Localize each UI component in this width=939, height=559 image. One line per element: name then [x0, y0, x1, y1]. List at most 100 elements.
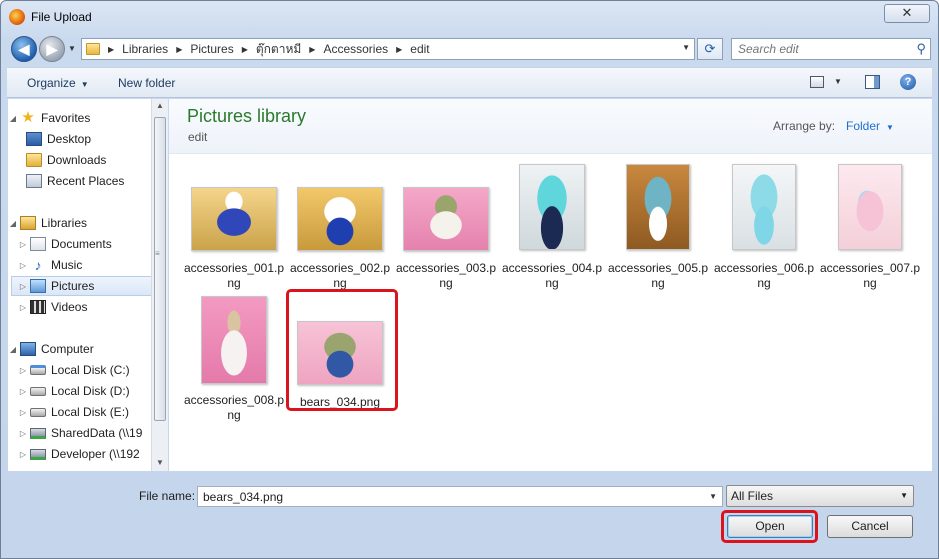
- file-name-combobox[interactable]: ▼: [197, 486, 723, 507]
- address-dropdown-icon[interactable]: ▼: [682, 43, 690, 52]
- address-bar[interactable]: ▶ Libraries ▶ Pictures ▶ ตุ๊กตาหมี ▶ Acc…: [81, 38, 695, 60]
- title-bar: File Upload ✕: [1, 1, 938, 33]
- breadcrumb-libraries[interactable]: Libraries: [122, 42, 168, 56]
- close-button[interactable]: ✕: [884, 4, 930, 23]
- sidebar-item-label: Favorites: [41, 111, 91, 125]
- file-tile-accessories-006[interactable]: accessories_006.png: [714, 163, 821, 293]
- file-name-input[interactable]: [198, 487, 698, 506]
- chevron-down-icon[interactable]: ▼: [709, 492, 717, 501]
- sidebar-item-developer[interactable]: ▷ Developer (\\192: [18, 444, 161, 464]
- sidebar-item-desktop[interactable]: Desktop: [26, 129, 167, 149]
- sidebar-item-shareddata[interactable]: ▷ SharedData (\\19: [18, 423, 161, 443]
- refresh-button[interactable]: ⟳: [697, 38, 723, 60]
- chevron-right-icon[interactable]: ▶: [242, 45, 248, 54]
- arrange-by-dropdown[interactable]: Folder ▼: [846, 119, 894, 133]
- cancel-button[interactable]: Cancel: [827, 515, 913, 538]
- preview-pane-icon[interactable]: [865, 75, 880, 89]
- collapsed-arrow-icon[interactable]: ▷: [18, 408, 28, 417]
- file-tile-accessories-002[interactable]: accessories_002.png: [290, 163, 397, 293]
- sidebar-item-label: Recent Places: [47, 174, 125, 188]
- folder-icon: [86, 43, 100, 55]
- scrollbar-thumb[interactable]: [154, 117, 166, 421]
- expanded-arrow-icon[interactable]: ◢: [8, 114, 18, 123]
- file-tile-accessories-005[interactable]: accessories_005.png: [608, 163, 715, 293]
- documents-icon: [30, 237, 46, 251]
- breadcrumb-edit[interactable]: edit: [410, 42, 429, 56]
- sidebar-item-recent-places[interactable]: Recent Places: [26, 171, 167, 191]
- computer-icon: [20, 342, 36, 356]
- image-thumbnail: [403, 187, 489, 251]
- sidebar-item-music[interactable]: ▷ ♪ Music: [18, 255, 161, 275]
- breadcrumb: ▶ Libraries ▶ Pictures ▶ ตุ๊กตาหมี ▶ Acc…: [106, 40, 430, 59]
- sidebar-item-computer[interactable]: ◢ Computer: [8, 339, 151, 359]
- thumbnail: [509, 163, 595, 251]
- change-view-icon[interactable]: [810, 76, 824, 88]
- sidebar-item-favorites[interactable]: ◢ ★ Favorites: [8, 108, 151, 128]
- arrange-by-value: Folder: [846, 119, 881, 133]
- sidebar-item-documents[interactable]: ▷ Documents: [18, 234, 161, 254]
- view-options-dropdown[interactable]: ▼: [834, 77, 842, 86]
- sidebar-item-libraries[interactable]: ◢ Libraries: [8, 213, 151, 233]
- downloads-folder-icon: [26, 153, 42, 167]
- collapsed-arrow-icon[interactable]: ▷: [18, 261, 28, 270]
- search-input[interactable]: [732, 39, 902, 59]
- arrange-by-label: Arrange by:: [773, 119, 836, 133]
- collapsed-arrow-icon[interactable]: ▷: [18, 366, 28, 375]
- sidebar-item-label: Local Disk (C:): [51, 363, 130, 377]
- file-type-select[interactable]: All Files ▼: [726, 485, 914, 507]
- organize-label: Organize: [27, 76, 76, 90]
- sidebar-item-local-disk-c[interactable]: ▷ Local Disk (C:): [18, 360, 161, 380]
- dialog-footer: File name: ▼ All Files ▼ Open Cancel: [7, 472, 932, 554]
- star-icon: ★: [21, 109, 35, 126]
- chevron-right-icon[interactable]: ▶: [309, 45, 315, 54]
- collapsed-arrow-icon[interactable]: ▷: [18, 429, 28, 438]
- collapsed-arrow-icon[interactable]: ▷: [18, 303, 28, 312]
- file-tile-accessories-007[interactable]: accessories_007.png: [820, 163, 927, 293]
- breadcrumb-bear-dolls[interactable]: ตุ๊กตาหมี: [256, 40, 301, 59]
- disk-icon: [30, 407, 46, 417]
- breadcrumb-pictures[interactable]: Pictures: [190, 42, 233, 56]
- scroll-up-icon[interactable]: ▲: [156, 101, 164, 110]
- sidebar-item-local-disk-e[interactable]: ▷ Local Disk (E:): [18, 402, 161, 422]
- help-icon[interactable]: ?: [900, 74, 916, 90]
- forward-button[interactable]: ▶: [39, 36, 65, 62]
- network-drive-icon: [30, 448, 46, 460]
- chevron-right-icon[interactable]: ▶: [176, 45, 182, 54]
- recent-locations-dropdown[interactable]: ▼: [68, 44, 76, 53]
- library-title: Pictures library: [187, 106, 307, 126]
- chevron-right-icon[interactable]: ▶: [396, 45, 402, 54]
- organize-button[interactable]: Organize ▼: [27, 76, 89, 90]
- file-name-label: accessories_004.png: [501, 261, 603, 290]
- chevron-right-icon[interactable]: ▶: [108, 45, 114, 54]
- search-icon[interactable]: ⚲: [916, 41, 926, 57]
- collapsed-arrow-icon[interactable]: ▷: [18, 387, 28, 396]
- sidebar-item-downloads[interactable]: Downloads: [26, 150, 167, 170]
- collapsed-arrow-icon[interactable]: ▷: [18, 450, 28, 459]
- file-tile-accessories-008[interactable]: accessories_008.png: [184, 295, 291, 425]
- sidebar-item-pictures[interactable]: ▷ Pictures: [11, 276, 157, 296]
- image-thumbnail: [626, 164, 690, 250]
- file-tile-accessories-001[interactable]: accessories_001.png: [184, 163, 291, 293]
- expanded-arrow-icon[interactable]: ◢: [8, 345, 18, 354]
- expanded-arrow-icon[interactable]: ◢: [8, 219, 18, 228]
- breadcrumb-accessories[interactable]: Accessories: [323, 42, 388, 56]
- collapsed-arrow-icon[interactable]: ▷: [18, 282, 28, 291]
- collapsed-arrow-icon[interactable]: ▷: [18, 240, 28, 249]
- window-title: File Upload: [31, 10, 92, 24]
- libraries-icon: [20, 216, 36, 230]
- sidebar-item-label: Pictures: [51, 279, 95, 293]
- file-tile-accessories-003[interactable]: accessories_003.png: [396, 163, 503, 293]
- sidebar-item-label: Music: [51, 258, 83, 272]
- address-bar-row: ◀ ▶ ▼ ▶ Libraries ▶ Pictures ▶ ตุ๊กตาหมี…: [7, 35, 932, 63]
- search-box[interactable]: ⚲: [731, 38, 931, 60]
- file-list-pane: Pictures library edit Arrange by: Folder…: [169, 99, 932, 471]
- sidebar-item-videos[interactable]: ▷ Videos: [18, 297, 161, 317]
- navigation-scrollbar[interactable]: ▲ ≡ ▼: [151, 99, 168, 471]
- new-folder-button[interactable]: New folder: [118, 76, 175, 90]
- back-button[interactable]: ◀: [11, 36, 37, 62]
- sidebar-item-local-disk-d[interactable]: ▷ Local Disk (D:): [18, 381, 161, 401]
- file-tile-accessories-004[interactable]: accessories_004.png: [502, 163, 609, 293]
- recent-places-icon: [26, 174, 42, 188]
- file-name-label: accessories_005.png: [607, 261, 709, 290]
- scroll-down-icon[interactable]: ▼: [156, 458, 164, 467]
